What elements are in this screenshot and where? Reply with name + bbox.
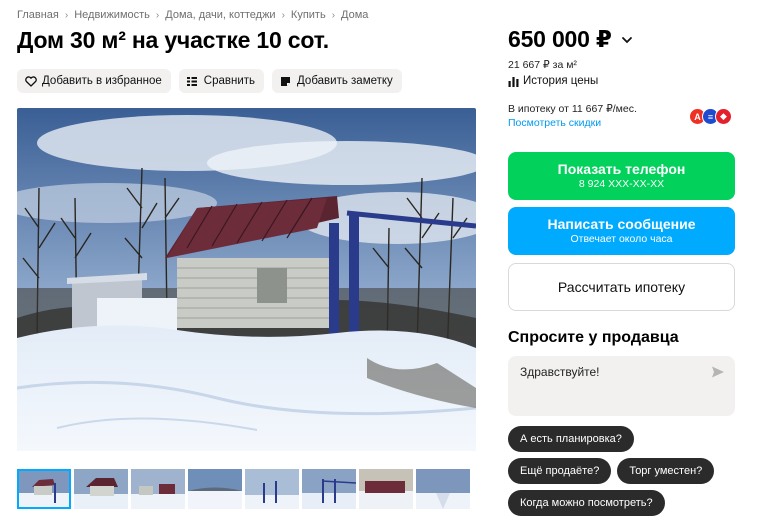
breadcrumb-separator-icon: › <box>155 9 160 21</box>
breadcrumb-houses[interactable]: Дома <box>341 9 368 21</box>
thumbnail-6[interactable] <box>302 469 356 509</box>
response-time-label: Отвечает около часа <box>570 233 673 245</box>
listing-actions: Добавить в избранное Сравнить Добавить з… <box>17 69 402 93</box>
bar-chart-icon <box>508 76 519 87</box>
seller-message-value: Здравствуйте! <box>520 365 600 379</box>
breadcrumb-real-estate[interactable]: Недвижимость <box>74 9 150 21</box>
quick-question-chip[interactable]: Когда можно посмотреть? <box>508 490 665 516</box>
thumbnail-7[interactable] <box>359 469 413 509</box>
compare-button[interactable]: Сравнить <box>178 69 265 93</box>
thumbnail-8[interactable] <box>416 469 470 509</box>
price-row: 650 000 ₽ <box>508 26 635 53</box>
partner-bank-logos: А ≡ ◆ <box>689 108 732 125</box>
write-message-label: Написать сообщение <box>547 216 696 232</box>
ask-seller-heading: Спросите у продавца <box>508 329 679 346</box>
add-note-label: Добавить заметку <box>297 75 393 87</box>
breadcrumb-home[interactable]: Главная <box>17 9 59 21</box>
price-history-label: История цены <box>523 75 599 87</box>
page-title: Дом 30 м² на участке 10 сот. <box>17 27 329 53</box>
seller-message-input[interactable]: Здравствуйте! <box>508 356 735 416</box>
compare-icon <box>186 75 199 88</box>
see-discounts-link[interactable]: Посмотреть скидки <box>508 117 601 129</box>
price-value: 650 000 ₽ <box>508 26 612 52</box>
thumbnail-2[interactable] <box>74 469 128 509</box>
breadcrumb-separator-icon: › <box>64 9 69 21</box>
chevron-down-icon[interactable] <box>621 33 635 47</box>
show-phone-label: Показать телефон <box>557 161 686 177</box>
mortgage-offer-text: В ипотеку от 11 667 ₽/мес. <box>508 103 637 115</box>
calculate-mortgage-button[interactable]: Рассчитать ипотеку <box>508 263 735 311</box>
quick-question-chip[interactable]: Ещё продаёте? <box>508 458 612 484</box>
show-phone-button[interactable]: Показать телефон 8 924 XXX-XX-XX <box>508 152 735 200</box>
main-photo[interactable] <box>17 108 476 451</box>
breadcrumb-buy[interactable]: Купить <box>291 9 326 21</box>
price-history-link[interactable]: История цены <box>508 75 598 87</box>
breadcrumb-separator-icon: › <box>331 9 336 21</box>
breadcrumb-houses-dachas[interactable]: Дома, дачи, коттеджи <box>165 9 275 21</box>
quick-questions: А есть планировка? Ещё продаёте? Торг ум… <box>508 426 738 516</box>
thumbnail-3[interactable] <box>131 469 185 509</box>
send-icon[interactable] <box>711 365 725 379</box>
sovcombank-logo-icon: ◆ <box>715 108 732 125</box>
house-photo-illustration <box>17 108 476 451</box>
thumbnail-4[interactable] <box>188 469 242 509</box>
breadcrumb-separator-icon: › <box>281 9 285 21</box>
note-icon <box>279 75 292 88</box>
thumbnail-1[interactable] <box>17 469 71 509</box>
write-message-button[interactable]: Написать сообщение Отвечает около часа <box>508 207 735 255</box>
quick-question-chip[interactable]: Торг уместен? <box>617 458 715 484</box>
thumbnail-5[interactable] <box>245 469 299 509</box>
compare-label: Сравнить <box>203 75 256 87</box>
add-to-favorites-button[interactable]: Добавить в избранное <box>17 69 171 93</box>
heart-icon <box>24 75 37 88</box>
quick-question-chip[interactable]: А есть планировка? <box>508 426 634 452</box>
add-to-favorites-label: Добавить в избранное <box>42 75 162 87</box>
price-per-m2: 21 667 ₽ за м² <box>508 59 577 71</box>
masked-phone-number: 8 924 XXX-XX-XX <box>578 178 665 190</box>
calculate-mortgage-label: Рассчитать ипотеку <box>557 279 686 295</box>
add-note-button[interactable]: Добавить заметку <box>272 69 402 93</box>
photo-thumbnails <box>17 469 470 509</box>
breadcrumb: Главная › Недвижимость › Дома, дачи, кот… <box>17 9 368 21</box>
